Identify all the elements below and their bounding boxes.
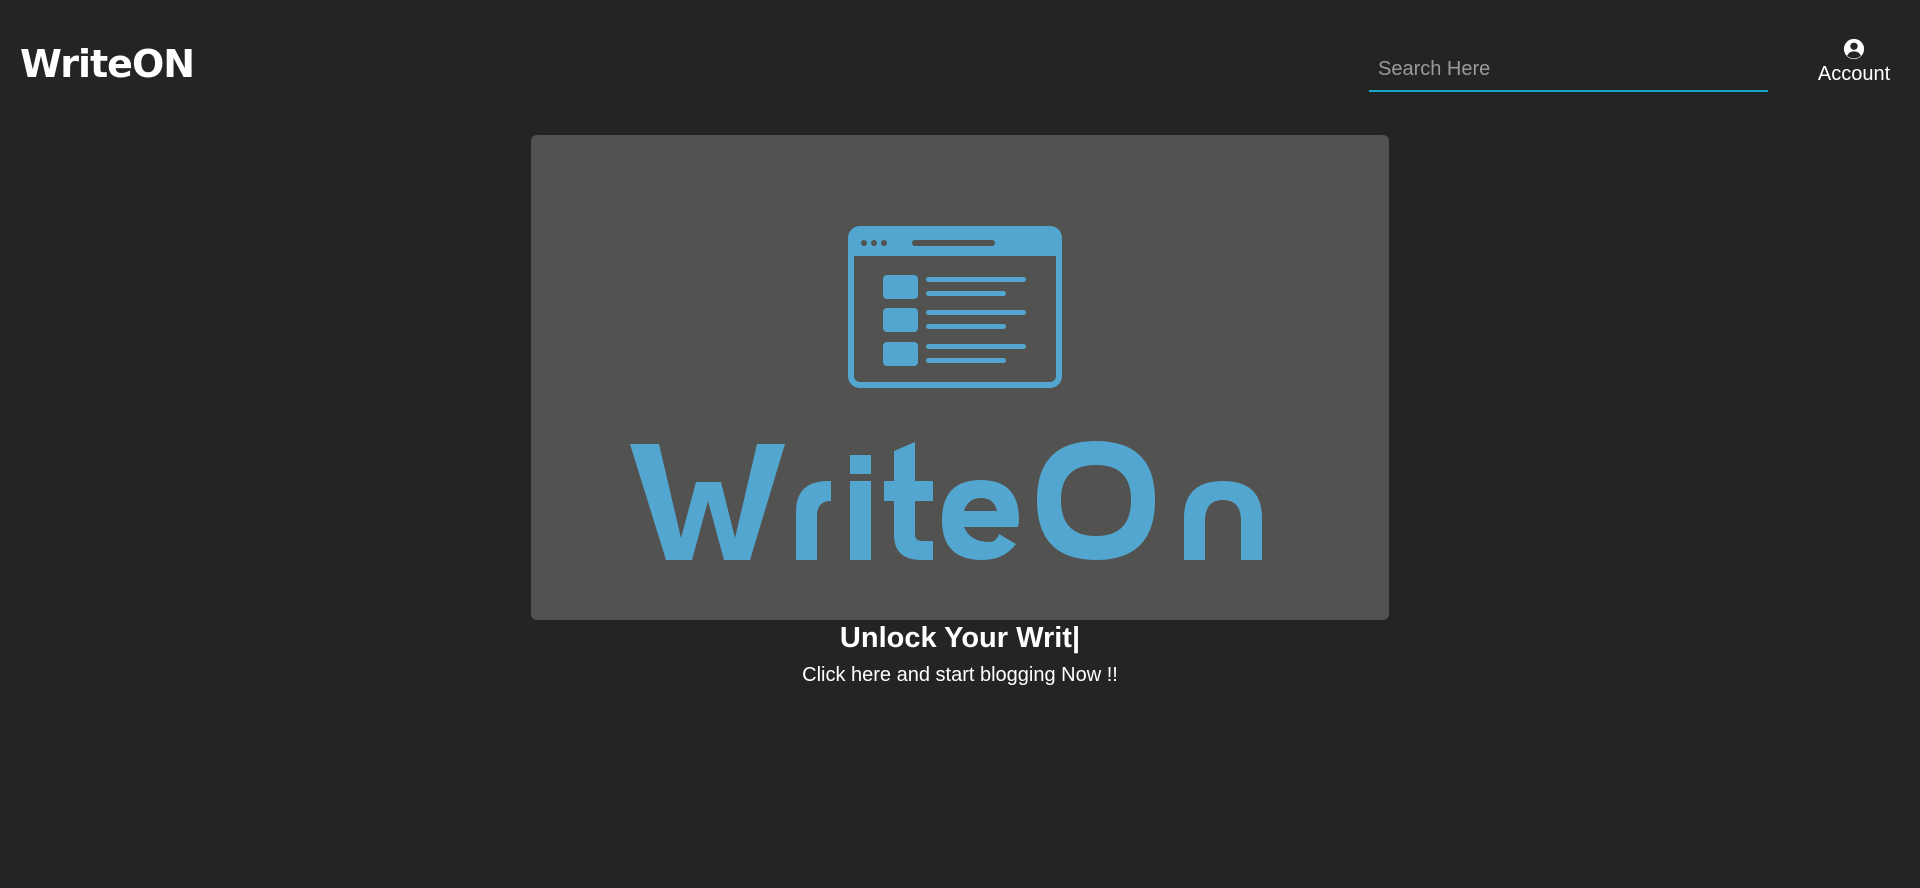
hero-banner[interactable] <box>531 135 1389 620</box>
writeon-logo-image <box>630 226 1262 560</box>
top-navbar: WriteON Account <box>0 0 1920 130</box>
brand-logo[interactable]: WriteON <box>20 42 195 86</box>
writeon-wordmark <box>630 441 1262 560</box>
account-label: Account <box>1817 63 1891 85</box>
account-circle-icon <box>1843 38 1865 60</box>
start-blogging-link[interactable]: Click here and start blogging Now !! <box>560 664 1360 687</box>
account-button[interactable]: Account <box>1808 38 1900 90</box>
search-input[interactable] <box>1369 48 1768 90</box>
search-field <box>1369 48 1768 92</box>
browser-window-icon <box>848 226 1062 388</box>
hero-headline: Unlock Your Writ| <box>839 622 1081 654</box>
